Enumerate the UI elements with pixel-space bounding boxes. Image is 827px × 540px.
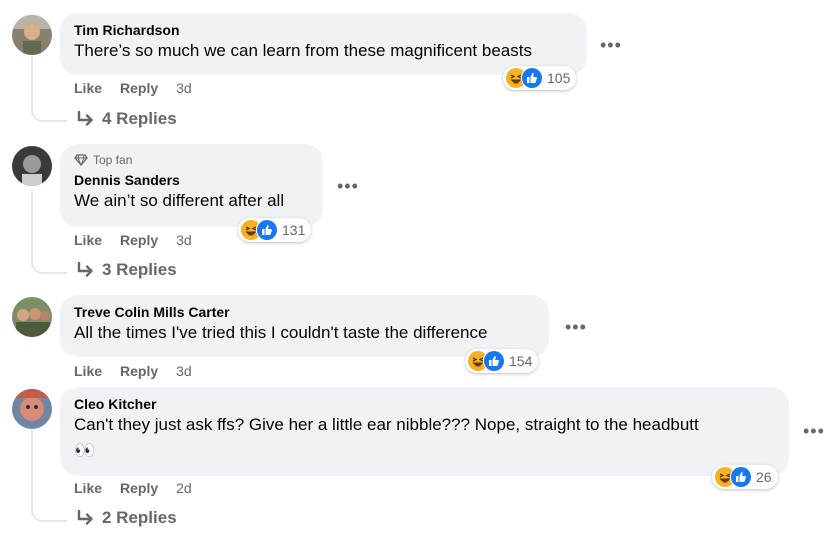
comment-author[interactable]: Cleo Kitcher	[74, 395, 775, 413]
comment-actions: Like Reply 3d	[74, 231, 192, 249]
reply-arrow-icon	[77, 510, 93, 525]
like-reaction-icon	[256, 219, 278, 241]
like-button[interactable]: Like	[74, 231, 102, 249]
comment-actions: Like Reply 2d	[74, 479, 192, 497]
view-replies-button[interactable]: 2 Replies	[76, 508, 177, 528]
like-button[interactable]: Like	[74, 79, 102, 97]
reply-button[interactable]: Reply	[120, 362, 158, 380]
like-reaction-icon	[730, 466, 752, 488]
reaction-count: 131	[282, 222, 306, 238]
diamond-icon	[74, 154, 88, 166]
comment-bubble: Treve Colin Mills Carter All the times I…	[60, 295, 549, 357]
replies-label: 2 Replies	[102, 508, 177, 527]
avatar[interactable]	[12, 297, 52, 337]
more-options-icon[interactable]: •••	[803, 422, 825, 440]
comment-author[interactable]: Tim Richardson	[74, 21, 573, 39]
comment-text: We ain’t so different after all	[74, 191, 285, 210]
view-replies-button[interactable]: 4 Replies	[76, 109, 177, 129]
reaction-summary[interactable]: 105	[503, 66, 577, 90]
like-reaction-icon	[483, 350, 505, 372]
replies-label: 4 Replies	[102, 109, 177, 128]
avatar[interactable]	[12, 146, 52, 186]
comment-author[interactable]: Treve Colin Mills Carter	[74, 303, 535, 321]
reaction-count: 154	[509, 353, 533, 369]
reply-arrow-icon	[77, 262, 93, 277]
comment-bubble: Tim Richardson There’s so much we can le…	[60, 13, 587, 75]
timestamp[interactable]: 3d	[176, 362, 192, 380]
reply-button[interactable]: Reply	[120, 79, 158, 97]
comment-text: Can't they just ask ffs? Give her a litt…	[74, 415, 699, 434]
reaction-summary[interactable]: 131	[238, 218, 312, 242]
replies-label: 3 Replies	[102, 260, 177, 279]
top-fan-badge: Top fan	[74, 152, 309, 168]
like-button[interactable]: Like	[74, 479, 102, 497]
more-options-icon[interactable]: •••	[565, 318, 587, 336]
reaction-count: 105	[547, 70, 571, 86]
reaction-summary[interactable]: 26	[712, 465, 778, 489]
like-reaction-icon	[521, 67, 543, 89]
reply-button[interactable]: Reply	[120, 479, 158, 497]
timestamp[interactable]: 3d	[176, 231, 192, 249]
comment-bubble: Top fan Dennis Sanders We ain’t so diffe…	[60, 144, 323, 227]
avatar[interactable]	[12, 389, 52, 429]
reaction-count: 26	[756, 469, 772, 485]
avatar[interactable]	[12, 15, 52, 55]
more-options-icon[interactable]: •••	[337, 177, 359, 195]
comment-text: All the times I've tried this I couldn't…	[74, 323, 488, 342]
comment-emoji: 👀	[74, 441, 96, 460]
comment-text: There’s so much we can learn from these …	[74, 41, 532, 60]
timestamp[interactable]: 3d	[176, 79, 192, 97]
comment-actions: Like Reply 3d	[74, 362, 192, 380]
like-button[interactable]: Like	[74, 362, 102, 380]
reaction-summary[interactable]: 154	[465, 349, 539, 373]
timestamp[interactable]: 2d	[176, 479, 192, 497]
comment-actions: Like Reply 3d	[74, 79, 192, 97]
more-options-icon[interactable]: •••	[600, 36, 622, 54]
badge-label: Top fan	[93, 153, 133, 167]
reply-arrow-icon	[77, 111, 93, 126]
comment-author[interactable]: Dennis Sanders	[74, 171, 309, 189]
reply-button[interactable]: Reply	[120, 231, 158, 249]
view-replies-button[interactable]: 3 Replies	[76, 260, 177, 280]
comment-bubble: Cleo Kitcher Can't they just ask ffs? Gi…	[60, 387, 789, 476]
